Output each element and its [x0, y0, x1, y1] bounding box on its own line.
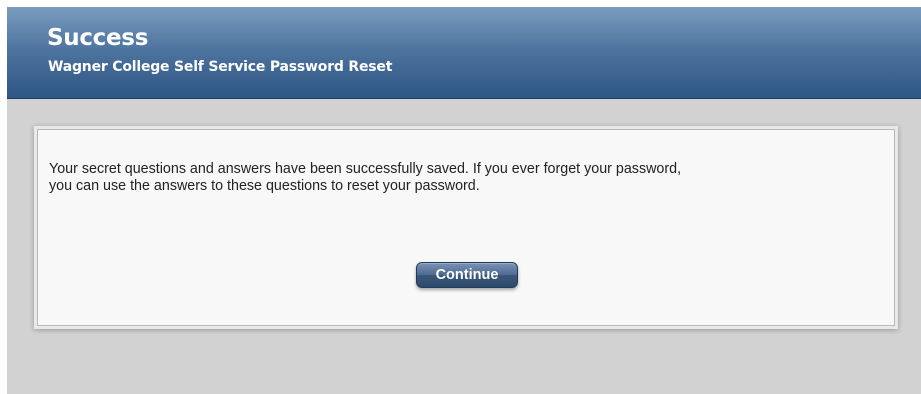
- continue-button[interactable]: Continue: [416, 262, 518, 288]
- page-subtitle: Wagner College Self Service Password Res…: [48, 59, 393, 75]
- success-message: Your secret questions and answers have b…: [49, 161, 884, 195]
- success-panel: Your secret questions and answers have b…: [37, 129, 895, 326]
- success-message-line-1: Your secret questions and answers have b…: [49, 161, 682, 177]
- page-header: Success Wagner College Self Service Pass…: [7, 7, 921, 99]
- page-title: Success: [47, 25, 149, 51]
- success-message-line-2: you can use the answers to these questio…: [49, 178, 480, 194]
- page-frame: Success Wagner College Self Service Pass…: [7, 7, 921, 394]
